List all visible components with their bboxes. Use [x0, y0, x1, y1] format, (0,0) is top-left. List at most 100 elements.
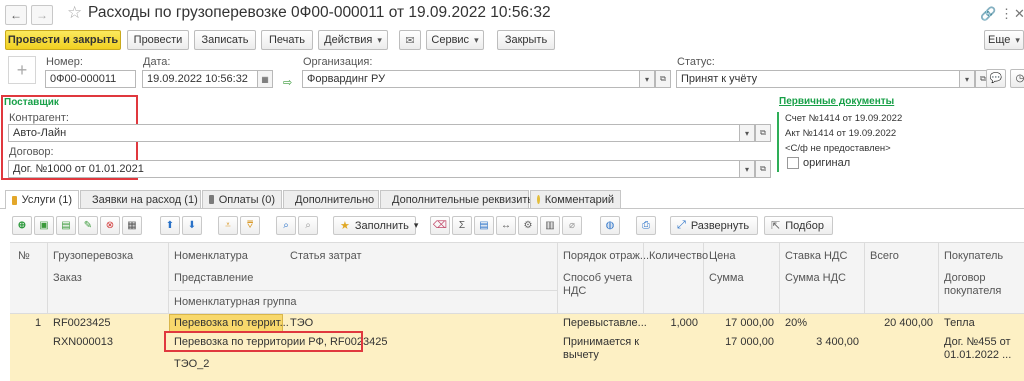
col-header-vat-method-2[interactable]: НДС: [563, 285, 586, 297]
contract-open-button[interactable]: ⧉: [755, 160, 771, 178]
col-header-reflection-order[interactable]: Порядок отраж...: [563, 250, 649, 262]
edit-row-button[interactable]: ✎: [78, 216, 98, 235]
tab-services[interactable]: Услуги (1): [5, 190, 79, 209]
tag-button[interactable]: ⌀: [562, 216, 582, 235]
row-buyer-contract-2[interactable]: 01.01.2022 ...: [944, 349, 1011, 361]
col-header-nomenclature-group[interactable]: Номенклатурная группа: [174, 296, 296, 308]
col-header-num[interactable]: №: [18, 250, 30, 262]
calc-button[interactable]: ▤: [474, 216, 494, 235]
close-icon[interactable]: ✕: [1014, 6, 1024, 22]
row-total[interactable]: 20 400,00: [864, 317, 933, 329]
row-nomenclature-group[interactable]: ТЭО_2: [174, 358, 209, 370]
col-header-vat-method[interactable]: Способ учета: [563, 272, 632, 284]
globe-button[interactable]: ◍: [600, 216, 620, 235]
row-cargo[interactable]: RF0023425: [53, 317, 111, 329]
calendar-button[interactable]: ▦: [257, 70, 273, 88]
close-button[interactable]: Закрыть: [497, 30, 555, 50]
contract-dropdown-button[interactable]: ▾: [739, 160, 755, 178]
link-rows-button[interactable]: ↔: [496, 216, 516, 235]
post-button[interactable]: Провести: [127, 30, 189, 50]
save-button[interactable]: Записать: [194, 30, 256, 50]
row-buyer-contract[interactable]: Дог. №455 от: [944, 336, 1011, 348]
col-header-buyer[interactable]: Покупатель: [944, 250, 1003, 262]
col-header-buyer-contract-2[interactable]: покупателя: [944, 285, 1001, 297]
comment-button[interactable]: 💬: [986, 69, 1006, 88]
row-vat-method-2[interactable]: вычету: [563, 349, 599, 361]
sort-desc-button[interactable]: ⩢: [240, 216, 260, 235]
col-header-cost-item[interactable]: Статья затрат: [290, 250, 362, 262]
back-button[interactable]: ←: [5, 5, 27, 25]
row-vat-rate[interactable]: 20%: [785, 317, 807, 329]
export-button[interactable]: ⎙: [636, 216, 656, 235]
status-field[interactable]: Принят к учёту: [676, 70, 960, 88]
copy-row-button[interactable]: ▣: [34, 216, 54, 235]
col-header-vat-amount[interactable]: Сумма НДС: [785, 272, 846, 284]
vat-invoice-link[interactable]: <С/ф не предоставлен>: [785, 143, 891, 154]
original-checkbox[interactable]: [787, 157, 799, 169]
row-price[interactable]: 17 000,00: [703, 317, 774, 329]
number-field[interactable]: 0Ф00-000011: [45, 70, 136, 88]
fill-dropdown[interactable]: ★ Заполнить ▾: [333, 216, 418, 235]
menu-dots-icon[interactable]: ⋮: [1000, 6, 1013, 22]
col-header-order[interactable]: Заказ: [53, 272, 82, 284]
move-down-button[interactable]: ⬇: [182, 216, 202, 235]
col-header-nomenclature[interactable]: Номенклатура: [174, 250, 248, 262]
find-button[interactable]: ⌕: [276, 216, 296, 235]
contract-field[interactable]: Дог. №1000 от 01.01.2021: [8, 160, 740, 178]
col-header-representation[interactable]: Представление: [174, 272, 253, 284]
favorite-star-icon[interactable]: ☆: [67, 3, 82, 23]
row-vat-amount[interactable]: 3 400,00: [779, 336, 859, 348]
add-row-button[interactable]: ⊕: [12, 216, 32, 235]
forward-button[interactable]: →: [31, 5, 53, 25]
col-header-cargo[interactable]: Грузоперевозка: [53, 250, 133, 262]
sort-asc-button[interactable]: ⩡: [218, 216, 238, 235]
table-settings-button[interactable]: ▦: [122, 216, 142, 235]
post-and-close-button[interactable]: Провести и закрыть: [5, 30, 121, 50]
organization-open-button[interactable]: ⧉: [655, 70, 671, 88]
date-field[interactable]: 19.09.2022 10:56:32: [142, 70, 258, 88]
settings-button[interactable]: ⚙: [518, 216, 538, 235]
print-button[interactable]: Печать: [261, 30, 313, 50]
row-vat-method[interactable]: Принимается к: [563, 336, 639, 348]
tab-expense-requests[interactable]: Заявки на расход (1): [80, 190, 201, 208]
col-header-amount[interactable]: Сумма: [709, 272, 744, 284]
col-header-buyer-contract[interactable]: Договор: [944, 272, 986, 284]
organization-field[interactable]: Форвардинг РУ: [302, 70, 640, 88]
organization-dropdown-button[interactable]: ▾: [639, 70, 655, 88]
more-dropdown[interactable]: Еще: [984, 30, 1024, 50]
contractor-open-button[interactable]: ⧉: [755, 124, 771, 142]
row-cost-item[interactable]: ТЭО: [290, 317, 313, 329]
delete-row-button[interactable]: ⊗: [100, 216, 120, 235]
report-button[interactable]: ▥: [540, 216, 560, 235]
row-nomenclature[interactable]: Перевозка по террит...: [174, 317, 289, 329]
primary-docs-title[interactable]: Первичные документы: [779, 96, 894, 107]
actions-dropdown[interactable]: Действия: [318, 30, 388, 50]
tab-additional[interactable]: Дополнительно: [283, 190, 379, 208]
contractor-field[interactable]: Авто-Лайн: [8, 124, 740, 142]
expand-button[interactable]: ⤢ Развернуть: [670, 216, 758, 235]
service-dropdown[interactable]: Сервис: [426, 30, 484, 50]
link-icon[interactable]: 🔗: [980, 6, 996, 22]
row-order[interactable]: RXN000013: [53, 336, 113, 348]
email-button[interactable]: ✉: [399, 30, 421, 50]
tab-payments[interactable]: Оплаты (0): [202, 190, 282, 208]
col-header-quantity[interactable]: Количество: [649, 250, 708, 262]
history-button[interactable]: ◷: [1010, 69, 1024, 88]
cancel-search-button[interactable]: ⌕: [298, 216, 318, 235]
row-quantity[interactable]: 1,000: [643, 317, 698, 329]
add-copy-button[interactable]: ▤: [56, 216, 76, 235]
col-header-total[interactable]: Всего: [870, 250, 899, 262]
tab-additional-attributes[interactable]: Дополнительные реквизиты: [380, 190, 535, 208]
col-header-vat-rate[interactable]: Ставка НДС: [785, 250, 847, 262]
invoice-link[interactable]: Счет №1414 от 19.09.2022: [785, 113, 902, 124]
select-button[interactable]: ⇱ Подбор: [764, 216, 833, 235]
row-buyer[interactable]: Тепла: [944, 317, 975, 329]
act-link[interactable]: Акт №1414 от 19.09.2022: [785, 128, 896, 139]
tab-comment[interactable]: Комментарий: [530, 190, 621, 208]
row-amount[interactable]: 17 000,00: [703, 336, 774, 348]
sum-button[interactable]: Σ: [452, 216, 472, 235]
clear-button[interactable]: ⌫: [430, 216, 450, 235]
status-dropdown-button[interactable]: ▾: [959, 70, 975, 88]
col-header-price[interactable]: Цена: [709, 250, 735, 262]
row-reflection-order[interactable]: Перевыставле...: [563, 317, 647, 329]
